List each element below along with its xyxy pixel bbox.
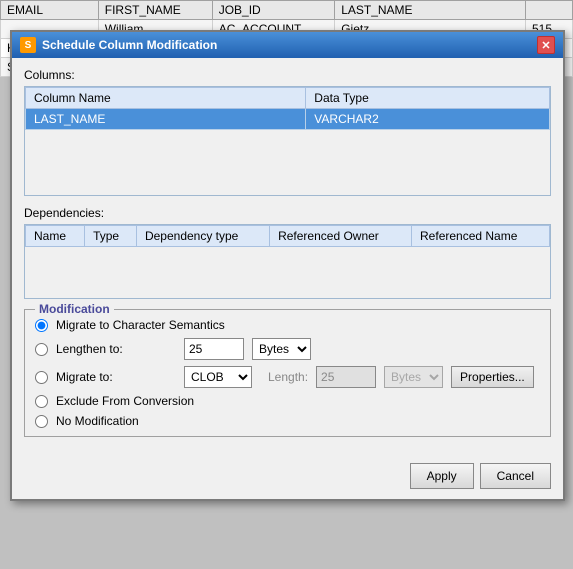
col-email: EMAIL [1, 1, 99, 20]
dialog-icon: S [20, 37, 36, 53]
columns-table-container: Column Name Data Type LAST_NAME VARCHAR2 [24, 86, 551, 196]
exclude-row: Exclude From Conversion [35, 394, 540, 408]
exclude-radio[interactable] [35, 395, 48, 408]
properties-button[interactable]: Properties... [451, 366, 534, 388]
lengthen-label: Lengthen to: [56, 342, 176, 356]
dep-dependency-type-header: Dependency type [136, 226, 269, 247]
dialog-title: Schedule Column Modification [42, 38, 217, 52]
migrate-to-row: Migrate to: CLOB NCLOB Length: Bytes Cha… [35, 366, 540, 388]
no-modification-radio[interactable] [35, 415, 48, 428]
columns-header-row: Column Name Data Type [26, 88, 550, 109]
migrate-to-select[interactable]: CLOB NCLOB [184, 366, 252, 388]
columns-table: Column Name Data Type LAST_NAME VARCHAR2 [25, 87, 550, 130]
apply-button[interactable]: Apply [410, 463, 474, 489]
col-jobid: JOB_ID [212, 1, 335, 20]
col-name-header: Column Name [26, 88, 306, 109]
schedule-column-modification-dialog: S Schedule Column Modification ✕ Columns… [10, 30, 565, 501]
lengthen-radio[interactable] [35, 343, 48, 356]
col-firstname: FIRST_NAME [98, 1, 212, 20]
no-modification-row: No Modification [35, 414, 540, 428]
length-unit-select: Bytes Chars [384, 366, 443, 388]
length-label: Length: [268, 370, 308, 384]
lengthen-value-input[interactable] [184, 338, 244, 360]
bottom-buttons: Apply Cancel [12, 457, 563, 499]
lengthen-row: Lengthen to: Bytes Chars [35, 338, 540, 360]
table-row[interactable]: LAST_NAME VARCHAR2 [26, 109, 550, 130]
column-name-cell: LAST_NAME [26, 109, 306, 130]
migrate-to-label: Migrate to: [56, 370, 176, 384]
deps-header-row: Name Type Dependency type Referenced Own… [26, 226, 550, 247]
data-type-cell: VARCHAR2 [306, 109, 550, 130]
col-extra [526, 1, 573, 20]
migrate-char-row: Migrate to Character Semantics [35, 318, 540, 332]
data-type-header: Data Type [306, 88, 550, 109]
dialog-body: Columns: Column Name Data Type LAST_NAME… [12, 58, 563, 457]
dep-ref-owner-header: Referenced Owner [270, 226, 412, 247]
modification-legend: Modification [35, 302, 114, 316]
dep-type-header: Type [85, 226, 137, 247]
modification-section: Modification Migrate to Character Semant… [24, 309, 551, 437]
length-value-input [316, 366, 376, 388]
dialog-titlebar: S Schedule Column Modification ✕ [12, 32, 563, 58]
columns-section: Columns: Column Name Data Type LAST_NAME… [24, 68, 551, 196]
cancel-button[interactable]: Cancel [480, 463, 551, 489]
lengthen-unit-select[interactable]: Bytes Chars [252, 338, 311, 360]
dependencies-table-container: Name Type Dependency type Referenced Own… [24, 224, 551, 299]
dependencies-label: Dependencies: [24, 206, 551, 220]
migrate-char-radio[interactable] [35, 319, 48, 332]
dependencies-table: Name Type Dependency type Referenced Own… [25, 225, 550, 247]
exclude-label: Exclude From Conversion [56, 394, 194, 408]
dep-ref-name-header: Referenced Name [412, 226, 550, 247]
columns-label: Columns: [24, 68, 551, 82]
dependencies-section: Dependencies: Name Type Dependency type … [24, 206, 551, 299]
dep-name-header: Name [26, 226, 85, 247]
migrate-to-radio[interactable] [35, 371, 48, 384]
no-modification-label: No Modification [56, 414, 176, 428]
col-lastname: LAST_NAME [335, 1, 526, 20]
close-button[interactable]: ✕ [537, 36, 555, 54]
migrate-char-label: Migrate to Character Semantics [56, 318, 225, 332]
